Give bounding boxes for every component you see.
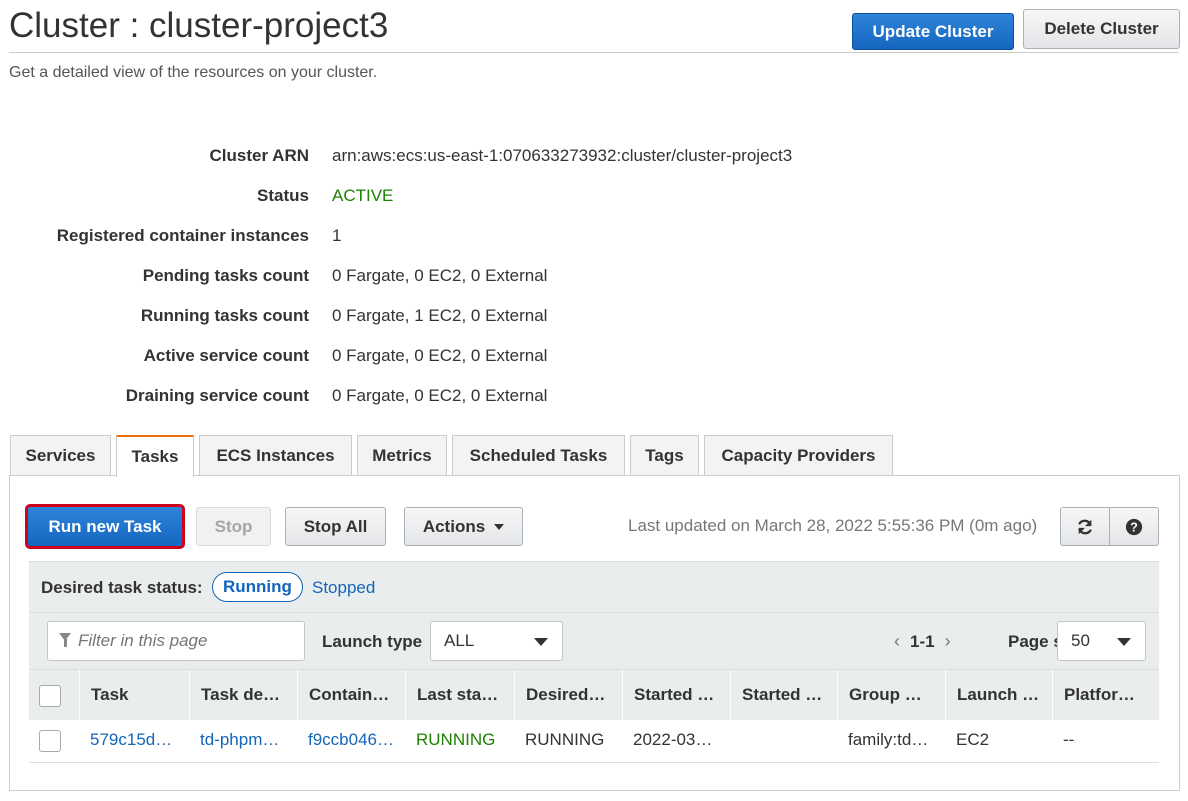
detail-label: Running tasks count xyxy=(140,306,309,325)
detail-label: Pending tasks count xyxy=(142,266,309,285)
caret-down-icon xyxy=(494,523,505,530)
detail-row-active-services: Active service count 0 Fargate, 0 EC2, 0… xyxy=(0,346,900,376)
actions-dropdown[interactable]: Actions xyxy=(404,507,523,546)
detail-value: 0 Fargate, 0 EC2, 0 External xyxy=(332,386,548,405)
column-header-group[interactable]: Group … xyxy=(837,670,945,720)
title-divider xyxy=(9,52,1179,53)
task-id-link[interactable]: 579c15d… xyxy=(79,720,189,760)
group-cell: family:td… xyxy=(848,730,929,749)
last-updated-text: Last updated on March 28, 2022 5:55:36 P… xyxy=(628,516,1038,535)
help-icon: ? xyxy=(1125,518,1143,535)
refresh-icon xyxy=(1078,519,1092,534)
table-header: Task Task de… Contain… Last sta… Desired… xyxy=(29,669,1159,720)
select-all-checkbox[interactable] xyxy=(39,685,61,707)
tab-tasks[interactable]: Tasks xyxy=(116,435,194,477)
column-header-launch-type[interactable]: Launch … xyxy=(945,670,1052,720)
prev-page-icon[interactable]: ‹ xyxy=(894,631,900,652)
container-instance-link[interactable]: f9ccb046… xyxy=(297,720,405,760)
stop-all-button[interactable]: Stop All xyxy=(285,507,386,546)
desired-status-label: Desired task status: xyxy=(41,578,203,597)
page-subtitle: Get a detailed view of the resources on … xyxy=(9,64,378,81)
detail-value: 1 xyxy=(332,226,342,245)
detail-label: Registered container instances xyxy=(56,226,309,245)
delete-cluster-button[interactable]: Delete Cluster xyxy=(1023,9,1180,49)
detail-value: 0 Fargate, 0 EC2, 0 External xyxy=(332,266,548,285)
pagination: ‹ 1-1 › xyxy=(894,631,951,652)
select-all-cell xyxy=(29,670,79,720)
detail-label: Cluster ARN xyxy=(209,146,310,165)
run-new-task-button[interactable]: Run new Task xyxy=(25,504,185,549)
started-at-cell: 2022-03… xyxy=(633,730,713,749)
column-header-started-by[interactable]: Started … xyxy=(730,670,837,720)
column-header-task-definition[interactable]: Task de… xyxy=(189,670,297,720)
last-status-cell: RUNNING xyxy=(416,730,496,749)
page-range: 1-1 xyxy=(910,631,935,651)
actions-label: Actions xyxy=(422,516,486,536)
detail-value: arn:aws:ecs:us-east-1:070633273932:clust… xyxy=(332,146,793,165)
detail-row-draining-services: Draining service count 0 Fargate, 0 EC2,… xyxy=(0,386,900,416)
column-header-last-status[interactable]: Last sta… xyxy=(405,670,514,720)
filter-bar: Launch type ALL ‹ 1-1 › Page size 50 xyxy=(29,613,1159,669)
detail-label: Draining service count xyxy=(125,386,309,405)
column-header-started-at[interactable]: Started … xyxy=(622,670,730,720)
detail-row-status: Status ACTIVE xyxy=(0,186,900,216)
update-cluster-button[interactable]: Update Cluster xyxy=(852,13,1014,50)
page-size-value: 50 xyxy=(1071,631,1090,650)
tab-scheduled-tasks[interactable]: Scheduled Tasks xyxy=(452,435,625,476)
next-page-icon[interactable]: › xyxy=(945,631,951,652)
task-definition-link[interactable]: td-phpm… xyxy=(189,720,297,760)
detail-value: 0 Fargate, 1 EC2, 0 External xyxy=(332,306,548,325)
tab-capacity-providers[interactable]: Capacity Providers xyxy=(704,435,893,476)
launch-type-value: ALL xyxy=(444,631,475,650)
row-select-cell xyxy=(29,720,79,760)
row-checkbox[interactable] xyxy=(39,730,61,752)
tab-ecs-instances[interactable]: ECS Instances xyxy=(199,435,352,476)
status-value: ACTIVE xyxy=(332,186,394,205)
table-row: 579c15d… td-phpm… f9ccb046… RUNNING RUNN… xyxy=(29,720,1159,763)
filter-input[interactable] xyxy=(47,621,305,661)
help-button[interactable]: ? xyxy=(1109,507,1159,546)
started-by-cell xyxy=(730,720,837,760)
column-header-container-instance[interactable]: Contain… xyxy=(297,670,405,720)
detail-row-arn: Cluster ARN arn:aws:ecs:us-east-1:070633… xyxy=(0,146,900,176)
status-stopped-link[interactable]: Stopped xyxy=(312,578,375,598)
detail-label: Active service count xyxy=(143,346,309,365)
refresh-button[interactable] xyxy=(1060,507,1110,546)
caret-down-icon xyxy=(1117,638,1131,646)
desired-status-bar: Desired task status: Running Stopped xyxy=(29,561,1159,613)
column-header-platform[interactable]: Platfor… xyxy=(1052,670,1159,720)
page-size-select[interactable]: 50 xyxy=(1057,621,1146,661)
launch-type-select[interactable]: ALL xyxy=(430,621,563,661)
column-header-task[interactable]: Task xyxy=(79,670,189,720)
launch-type-label: Launch type xyxy=(322,632,423,651)
tab-metrics[interactable]: Metrics xyxy=(357,435,447,476)
detail-row-pending-tasks: Pending tasks count 0 Fargate, 0 EC2, 0 … xyxy=(0,266,900,296)
desired-status-cell: RUNNING xyxy=(525,730,605,749)
page-title: Cluster : cluster-project3 xyxy=(9,6,389,45)
stop-button[interactable]: Stop xyxy=(196,507,271,546)
tab-tags[interactable]: Tags xyxy=(630,435,699,476)
svg-text:?: ? xyxy=(1130,520,1138,534)
status-running-pill[interactable]: Running xyxy=(212,572,303,602)
detail-row-registered-instances: Registered container instances 1 xyxy=(0,226,900,256)
platform-cell: -- xyxy=(1063,730,1075,749)
detail-value: 0 Fargate, 0 EC2, 0 External xyxy=(332,346,548,365)
tab-services[interactable]: Services xyxy=(10,435,111,476)
column-header-desired-status[interactable]: Desired… xyxy=(514,670,622,720)
detail-label: Status xyxy=(257,186,309,205)
launch-type-cell: EC2 xyxy=(956,730,990,749)
caret-down-icon xyxy=(534,638,548,646)
detail-row-running-tasks: Running tasks count 0 Fargate, 1 EC2, 0 … xyxy=(0,306,900,336)
filter-icon xyxy=(59,633,71,647)
